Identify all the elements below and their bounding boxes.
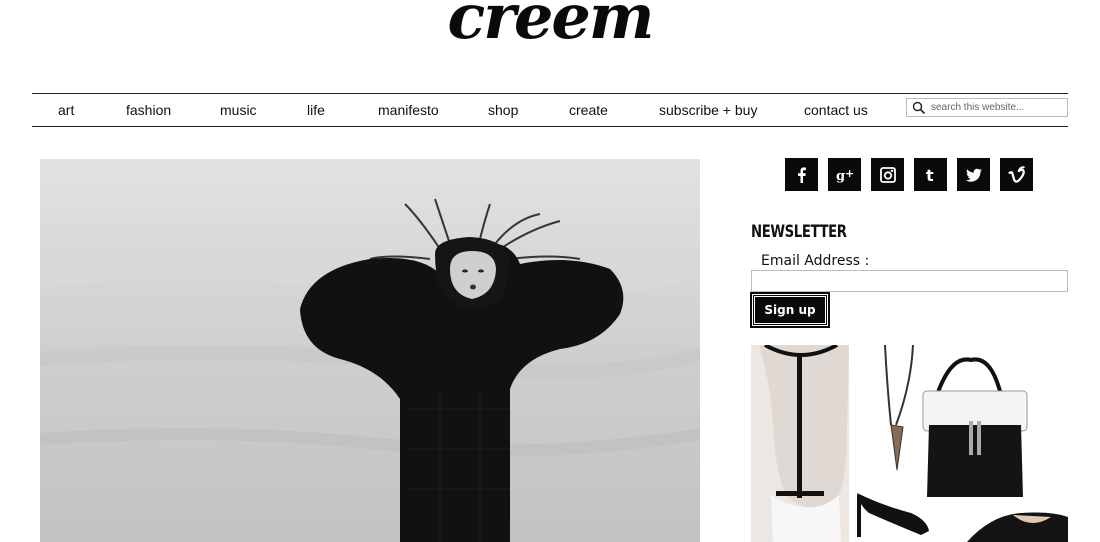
- sign-up-button[interactable]: Sign up: [750, 292, 830, 328]
- tumblr-link[interactable]: t: [914, 158, 947, 191]
- site-logo[interactable]: creem: [0, 0, 1100, 48]
- twitter-link[interactable]: [957, 158, 990, 191]
- svg-text:t: t: [926, 166, 934, 185]
- email-field[interactable]: [751, 270, 1068, 292]
- facebook-icon: [797, 166, 806, 183]
- main-navigation: art fashion music life manifesto shop cr…: [32, 93, 1068, 127]
- twitter-icon: [965, 168, 982, 182]
- nav-item-create[interactable]: create: [569, 102, 608, 118]
- nav-item-shop[interactable]: shop: [488, 102, 518, 118]
- newsletter-heading: NEWSLETTER: [751, 222, 847, 242]
- product-collage-image: [751, 345, 1068, 542]
- vimeo-link[interactable]: [1000, 158, 1033, 191]
- product-collage[interactable]: [751, 345, 1068, 542]
- instagram-link[interactable]: [871, 158, 904, 191]
- search-box: [906, 98, 1068, 117]
- google-plus-link[interactable]: g +: [828, 158, 861, 191]
- nav-item-life[interactable]: life: [307, 102, 325, 118]
- facebook-link[interactable]: [785, 158, 818, 191]
- instagram-icon: [879, 166, 896, 183]
- tumblr-icon: t: [926, 166, 934, 185]
- nav-item-manifesto[interactable]: manifesto: [378, 102, 439, 118]
- nav-item-art[interactable]: art: [58, 102, 74, 118]
- svg-text:g: g: [836, 169, 845, 184]
- search-icon[interactable]: [912, 101, 926, 115]
- vimeo-icon: [1007, 165, 1025, 183]
- email-label: Email Address :: [761, 253, 870, 269]
- google-plus-icon: g +: [836, 167, 854, 184]
- hero-photo-figure: [40, 159, 700, 542]
- search-input[interactable]: [931, 100, 1063, 115]
- nav-item-music[interactable]: music: [220, 102, 257, 118]
- nav-item-contact-us[interactable]: contact us: [804, 102, 868, 118]
- svg-text:+: +: [845, 167, 854, 180]
- nav-item-fashion[interactable]: fashion: [126, 102, 171, 118]
- hero-photo[interactable]: [40, 159, 700, 542]
- nav-item-subscribe-buy[interactable]: subscribe + buy: [659, 102, 757, 118]
